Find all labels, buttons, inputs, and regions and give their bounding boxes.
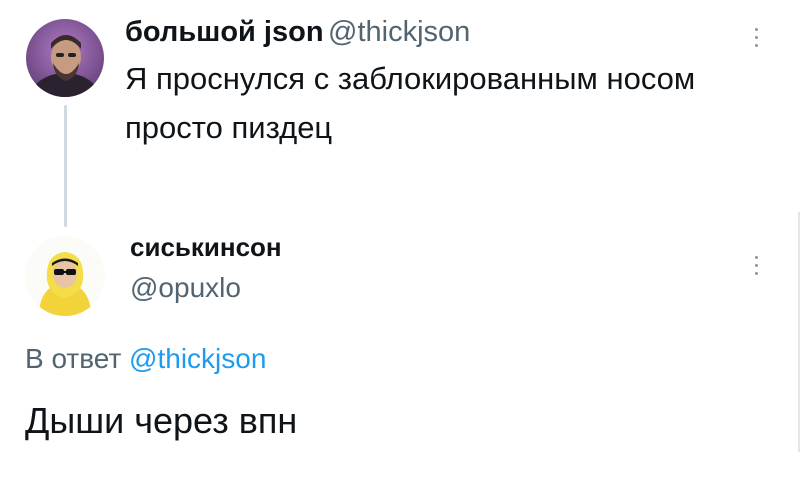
tweet-text-line: просто пиздец	[125, 110, 333, 145]
replying-to-handle-link[interactable]: @thickjson	[129, 343, 266, 374]
more-vertical-icon[interactable]	[752, 256, 760, 275]
author-handle[interactable]: @thickjson	[328, 16, 470, 49]
more-vertical-icon[interactable]	[752, 28, 760, 47]
avatar-image	[25, 236, 105, 316]
tweet-text-line: Я проснулся с заблокированным носом	[125, 61, 696, 96]
tweet-thread: большой json @thickjson Я проснулся с за…	[0, 0, 800, 477]
reply-text: Дыши через впн	[25, 400, 298, 441]
thread-connector-line	[64, 105, 67, 227]
author-name[interactable]: сиськинсон	[130, 232, 282, 263]
replying-to-label: В ответ	[25, 343, 122, 374]
avatar[interactable]	[25, 236, 105, 316]
author-handle[interactable]: @opuxlo	[130, 272, 241, 304]
avatar-image	[26, 19, 104, 97]
author-name[interactable]: большой json	[125, 16, 324, 49]
avatar[interactable]	[26, 19, 104, 97]
replying-to: В ответ @thickjson	[25, 343, 266, 375]
